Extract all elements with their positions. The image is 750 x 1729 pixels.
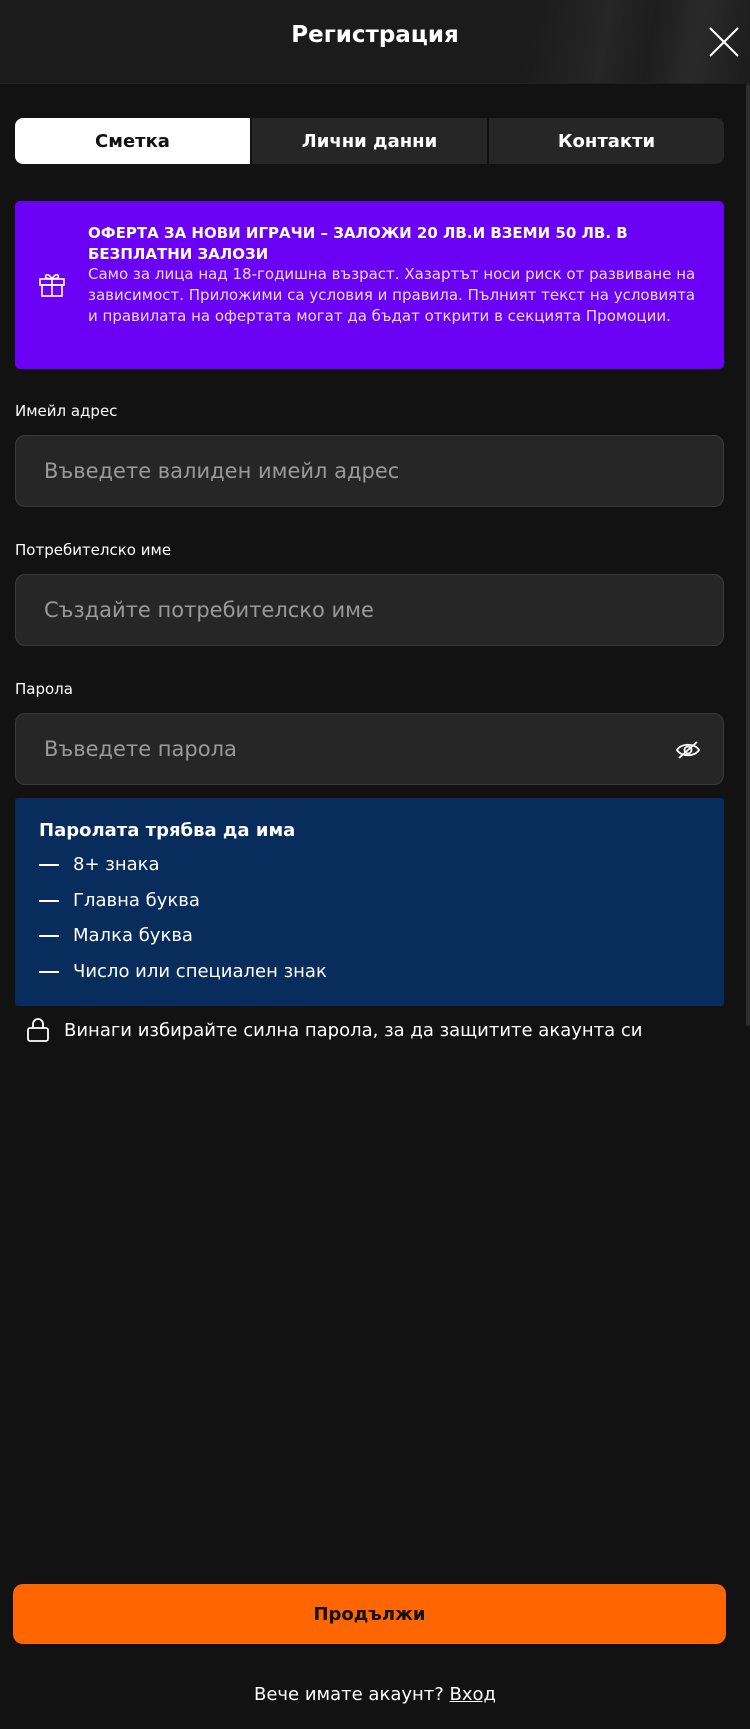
close-icon[interactable] bbox=[706, 24, 742, 60]
eye-off-icon[interactable] bbox=[675, 738, 701, 762]
password-placeholder: Въведете парола bbox=[44, 737, 237, 761]
promo-title: ОФЕРТА ЗА НОВИ ИГРАЧИ – ЗАЛОЖИ 20 ЛВ.И В… bbox=[88, 224, 628, 263]
username-field[interactable]: Създайте потребителско име bbox=[15, 574, 724, 646]
gift-icon bbox=[39, 273, 65, 297]
requirement-item: Число или специален знак bbox=[39, 961, 327, 982]
scrollbar[interactable] bbox=[746, 84, 750, 1026]
promo-text: Само за лица над 18-годишна възраст. Хаз… bbox=[88, 265, 696, 325]
dash-icon bbox=[39, 934, 59, 937]
requirement-text: Число или специален знак bbox=[73, 961, 327, 982]
continue-button[interactable]: Продължи bbox=[13, 1584, 726, 1644]
dash-icon bbox=[39, 970, 59, 973]
username-placeholder: Създайте потребителско име bbox=[44, 598, 374, 622]
dash-icon bbox=[39, 863, 59, 866]
have-account-text: Вече имате акаунт? bbox=[253, 1684, 444, 1705]
hint-text: Винаги избирайте силна парола, за да защ… bbox=[64, 1019, 643, 1041]
promo-banner: ОФЕРТА ЗА НОВИ ИГРАЧИ – ЗАЛОЖИ 20 ЛВ.И В… bbox=[15, 201, 724, 369]
requirement-text: Малка буква bbox=[73, 925, 193, 946]
email-placeholder: Въведете валиден имейл адрес bbox=[44, 459, 400, 483]
password-field[interactable]: Въведете парола bbox=[15, 713, 724, 785]
dash-icon bbox=[39, 899, 59, 902]
password-requirements: Паролата трябва да има 8+ знака Главна б… bbox=[15, 798, 724, 1006]
username-label: Потребителско име bbox=[15, 541, 172, 559]
password-hint: Винаги избирайте силна парола, за да защ… bbox=[26, 1017, 643, 1043]
registration-tabs: Сметка Лични данни Контакти bbox=[15, 118, 724, 164]
requirements-title: Паролата трябва да има bbox=[39, 820, 296, 841]
close-button[interactable] bbox=[706, 24, 742, 60]
password-label: Парола bbox=[15, 680, 73, 698]
requirement-item: Малка буква bbox=[39, 925, 193, 946]
header: Регистрация bbox=[0, 0, 750, 84]
tab-contacts[interactable]: Контакти bbox=[487, 118, 724, 164]
login-prompt: Вече имате акаунт? Вход bbox=[0, 1684, 750, 1705]
lock-icon bbox=[27, 1018, 49, 1042]
requirement-item: Главна буква bbox=[39, 890, 200, 911]
requirement-item: 8+ знака bbox=[39, 854, 160, 875]
email-label: Имейл адрес bbox=[15, 402, 118, 420]
tab-personal-data[interactable]: Лични данни bbox=[250, 118, 487, 164]
requirement-text: Главна буква bbox=[73, 890, 200, 911]
requirement-text: 8+ знака bbox=[73, 854, 160, 875]
email-field[interactable]: Въведете валиден имейл адрес bbox=[15, 435, 724, 507]
page-title: Регистрация bbox=[291, 22, 459, 48]
tab-account[interactable]: Сметка bbox=[15, 118, 250, 164]
login-link[interactable]: Вход bbox=[450, 1684, 496, 1705]
